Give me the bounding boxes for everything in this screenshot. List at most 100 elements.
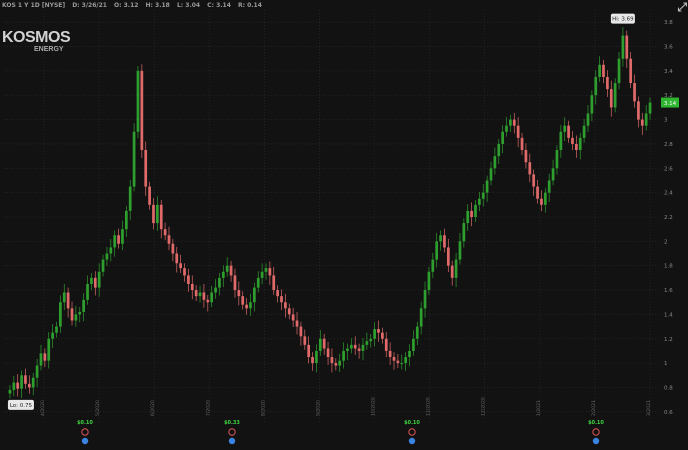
candle xyxy=(392,352,396,370)
candle xyxy=(241,291,245,310)
last-price-text: 3.14 xyxy=(664,101,677,107)
candle xyxy=(245,297,248,315)
candle xyxy=(326,341,330,365)
earnings-blue-icon[interactable] xyxy=(408,437,416,445)
candle xyxy=(493,147,497,175)
candle xyxy=(412,330,415,356)
y-axis: 3.83.63.43.232.82.62.42.221.81.61.41.210… xyxy=(664,20,673,416)
earnings-red-icon[interactable] xyxy=(81,428,89,436)
candle xyxy=(190,275,194,300)
candle xyxy=(396,353,400,368)
y-tick-label: 2.6 xyxy=(664,166,673,172)
candle xyxy=(543,187,547,213)
candle xyxy=(415,321,419,346)
candle xyxy=(202,283,206,308)
candle xyxy=(485,175,489,202)
candle xyxy=(637,96,640,128)
candle xyxy=(567,120,570,143)
candlesticks xyxy=(8,27,652,399)
zoom-icon[interactable]: ⤢ xyxy=(677,0,687,15)
candle xyxy=(528,153,532,183)
candle xyxy=(629,52,633,88)
candle xyxy=(462,218,466,248)
candle xyxy=(303,329,307,350)
candle xyxy=(458,232,462,265)
logo-main-text: KOSMOS xyxy=(2,29,71,46)
low-callout-text: Lo: 0.75 xyxy=(10,403,33,409)
candle xyxy=(82,293,86,322)
x-tick-label: 8/2020 xyxy=(260,400,266,416)
candle xyxy=(338,353,342,372)
candle xyxy=(598,56,601,82)
x-tick-label: 10/2020 xyxy=(371,397,377,416)
candle xyxy=(109,238,113,262)
candle xyxy=(606,70,609,97)
candle xyxy=(330,348,334,373)
candle xyxy=(384,332,388,358)
candle xyxy=(206,294,210,312)
candle xyxy=(509,114,512,133)
x-tick-label: 3/2021 xyxy=(646,400,652,416)
candle xyxy=(516,117,520,148)
candle xyxy=(357,343,361,359)
stock-chart[interactable]: 3.83.63.43.232.82.62.42.221.81.61.41.210… xyxy=(0,0,688,450)
candle xyxy=(113,230,117,257)
candle xyxy=(594,70,598,105)
candle xyxy=(276,285,279,303)
candle xyxy=(35,358,39,387)
candle xyxy=(59,295,62,333)
earnings-blue-icon[interactable] xyxy=(592,437,600,445)
candle xyxy=(617,52,621,90)
company-logo: KOSMOS ENERGY xyxy=(2,29,71,54)
candle xyxy=(225,257,229,277)
candle xyxy=(644,104,648,131)
candle xyxy=(70,301,74,326)
dividend-label: $0.10 xyxy=(77,420,93,426)
candle xyxy=(446,238,450,273)
candle xyxy=(574,135,578,158)
y-tick-label: 2.2 xyxy=(664,215,673,221)
candle xyxy=(31,372,35,396)
candle xyxy=(284,293,287,318)
x-tick-label: 12/2020 xyxy=(481,397,487,416)
y-tick-label: 2.4 xyxy=(664,191,673,197)
candle xyxy=(563,117,567,142)
candle xyxy=(280,289,283,311)
x-tick-label: 4/2020 xyxy=(40,400,46,416)
candle xyxy=(454,252,458,288)
candle xyxy=(171,238,175,262)
earnings-blue-icon[interactable] xyxy=(81,437,89,445)
symbol-label: KOS 1 Y 1D [NYSE] xyxy=(2,2,66,9)
earnings-blue-icon[interactable] xyxy=(228,437,236,445)
candle xyxy=(450,260,454,286)
earnings-red-icon[interactable] xyxy=(228,428,236,436)
candle xyxy=(90,273,93,291)
candle xyxy=(419,301,423,335)
candle xyxy=(39,344,43,371)
y-tick-label: 1.2 xyxy=(664,337,673,343)
candle xyxy=(136,66,140,139)
candle xyxy=(505,117,508,137)
candle xyxy=(237,281,241,306)
candle xyxy=(334,358,338,371)
candle xyxy=(408,344,411,367)
close-label: C: 3.14 xyxy=(207,2,231,9)
earnings-red-icon[interactable] xyxy=(592,428,600,436)
y-tick-label: 0.8 xyxy=(664,385,673,391)
logo-sub-text: ENERGY xyxy=(34,46,64,53)
x-tick-label: 6/2020 xyxy=(150,400,156,416)
candle xyxy=(12,375,16,397)
candle xyxy=(24,368,27,389)
earnings-red-icon[interactable] xyxy=(408,428,416,436)
y-tick-label: 3.4 xyxy=(664,69,673,75)
candle xyxy=(27,375,31,394)
candle xyxy=(481,184,485,207)
candle xyxy=(578,132,582,160)
candle xyxy=(489,161,493,186)
candle xyxy=(62,283,66,311)
candle xyxy=(20,370,23,398)
x-tick-label: 1/2021 xyxy=(536,400,542,416)
candle xyxy=(633,74,636,108)
candle xyxy=(198,285,202,303)
candle xyxy=(439,230,442,251)
